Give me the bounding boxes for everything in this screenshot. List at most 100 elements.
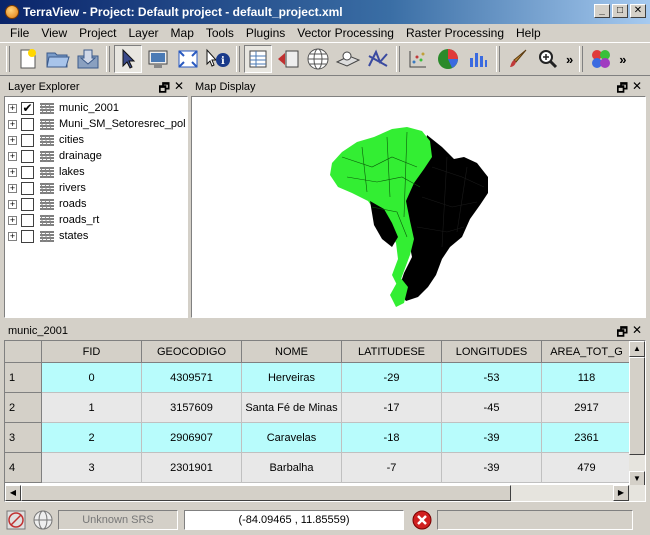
pointer-tool-button[interactable] — [114, 45, 142, 73]
horizontal-scroll-thumb[interactable] — [21, 485, 511, 501]
scroll-right-button[interactable]: ▶ — [613, 485, 629, 501]
row-header[interactable]: 2 — [5, 393, 42, 423]
stop-button[interactable] — [410, 508, 434, 532]
point-layer-button[interactable] — [334, 45, 362, 73]
table-cell[interactable]: -39 — [442, 453, 542, 483]
layer-item[interactable]: + rivers — [8, 180, 86, 196]
layer-item[interactable]: + lakes — [8, 164, 85, 180]
menu-help[interactable]: Help — [510, 26, 547, 40]
table-cell[interactable]: 2906907 — [142, 423, 242, 453]
column-header-area-tot-g[interactable]: AREA_TOT_G — [542, 341, 632, 363]
corner-header[interactable] — [5, 341, 42, 363]
expand-toggle[interactable]: + — [8, 199, 17, 209]
table-cell[interactable]: 1 — [42, 393, 142, 423]
column-header-longitudes[interactable]: LONGITUDES — [442, 341, 542, 363]
table-cell[interactable]: -18 — [342, 423, 442, 453]
column-header-fid[interactable]: FID — [42, 341, 142, 363]
zoom-extent-button[interactable] — [174, 45, 202, 73]
row-header[interactable]: 1 — [5, 363, 42, 393]
column-header-geocodigo[interactable]: GEOCODIGO — [142, 341, 242, 363]
zoom-in-button[interactable] — [534, 45, 562, 73]
expand-toggle[interactable]: + — [8, 215, 17, 225]
table-cell[interactable]: -45 — [442, 393, 542, 423]
save-project-button[interactable] — [74, 45, 102, 73]
toolbar-overflow-button[interactable]: » — [566, 52, 573, 67]
map-canvas[interactable] — [191, 96, 646, 318]
expand-toggle[interactable]: + — [8, 151, 17, 161]
layer-item[interactable]: + Muni_SM_Setoresrec_pol — [8, 116, 186, 132]
toolbar-grip-5[interactable] — [496, 46, 500, 72]
new-project-button[interactable] — [14, 45, 42, 73]
expand-toggle[interactable]: + — [8, 135, 17, 145]
layer-checkbox[interactable] — [21, 197, 34, 211]
menu-project[interactable]: Project — [73, 26, 122, 40]
table-cell[interactable]: 4309571 — [142, 363, 242, 393]
expand-toggle[interactable]: + — [8, 119, 17, 129]
remove-layer-button[interactable] — [274, 45, 302, 73]
menu-tools[interactable]: Tools — [200, 26, 240, 40]
table-cell[interactable]: 0 — [42, 363, 142, 393]
table-cell[interactable]: 2301901 — [142, 453, 242, 483]
table-cell[interactable]: -17 — [342, 393, 442, 423]
horizontal-scrollbar[interactable]: ◀ ▶ — [5, 485, 645, 501]
menu-file[interactable]: File — [4, 26, 35, 40]
layer-checkbox[interactable] — [21, 133, 34, 147]
vertical-scroll-thumb[interactable] — [629, 357, 645, 455]
layer-item[interactable]: + ✔ munic_2001 — [8, 100, 119, 116]
scroll-up-button[interactable]: ▲ — [629, 341, 645, 357]
pie-chart-button[interactable] — [434, 45, 462, 73]
table-cell[interactable]: 3 — [42, 453, 142, 483]
expand-toggle[interactable]: + — [8, 167, 17, 177]
table-cell[interactable]: -39 — [442, 423, 542, 453]
row-header[interactable]: 3 — [5, 423, 42, 453]
row-header[interactable]: 4 — [5, 453, 42, 483]
layer-checkbox[interactable] — [21, 229, 34, 243]
layer-item[interactable]: + roads_rt — [8, 212, 99, 228]
menu-raster-processing[interactable]: Raster Processing — [400, 26, 510, 40]
table-row[interactable]: 2 1 3157609 Santa Fé de Minas -17 -45 29… — [5, 393, 632, 423]
horizontal-scroll-track[interactable] — [511, 485, 613, 501]
scroll-left-button[interactable]: ◀ — [5, 485, 21, 501]
layer-checkbox[interactable] — [21, 117, 34, 131]
vector-graph-button[interactable] — [364, 45, 392, 73]
close-button[interactable]: ✕ — [630, 4, 646, 18]
srs-globe-button[interactable] — [31, 508, 55, 532]
column-header-nome[interactable]: NOME — [242, 341, 342, 363]
layer-item[interactable]: + roads — [8, 196, 87, 212]
menu-vector-processing[interactable]: Vector Processing — [291, 26, 400, 40]
layer-checkbox[interactable] — [21, 213, 34, 227]
table-cell[interactable]: Santa Fé de Minas — [242, 393, 342, 423]
brush-button[interactable] — [504, 45, 532, 73]
menu-view[interactable]: View — [35, 26, 73, 40]
table-cell[interactable]: 3157609 — [142, 393, 242, 423]
table-cell[interactable]: 479 — [542, 453, 632, 483]
srs-field[interactable]: Unknown SRS — [58, 509, 178, 530]
expand-toggle[interactable]: + — [8, 103, 17, 113]
info-tool-button[interactable]: i — [204, 45, 232, 73]
color-style-button[interactable] — [587, 45, 615, 73]
table-row[interactable]: 3 2 2906907 Caravelas -18 -39 2361 — [5, 423, 632, 453]
layer-checkbox[interactable] — [21, 165, 34, 179]
column-header-latitudese[interactable]: LATITUDESE — [342, 341, 442, 363]
layer-checkbox[interactable]: ✔ — [21, 101, 34, 115]
layer-item[interactable]: + drainage — [8, 148, 102, 164]
toolbar-grip-2[interactable] — [106, 46, 110, 72]
pan-tool-button[interactable] — [144, 45, 172, 73]
layer-table-button[interactable] — [244, 45, 272, 73]
table-row[interactable]: 1 0 4309571 Herveiras -29 -53 118 — [5, 363, 632, 393]
toolbar-grip-6[interactable] — [579, 46, 584, 72]
table-cell[interactable]: Caravelas — [242, 423, 342, 453]
menu-map[interactable]: Map — [165, 26, 200, 40]
expand-toggle[interactable]: + — [8, 231, 17, 241]
globe-button[interactable] — [304, 45, 332, 73]
toolbar-overflow-button-2[interactable]: » — [619, 52, 626, 67]
table-row[interactable]: 4 3 2301901 Barbalha -7 -39 479 — [5, 453, 632, 483]
table-cell[interactable]: -7 — [342, 453, 442, 483]
expand-toggle[interactable]: + — [8, 183, 17, 193]
table-cell[interactable]: -29 — [342, 363, 442, 393]
open-project-button[interactable] — [44, 45, 72, 73]
table-cell[interactable]: 118 — [542, 363, 632, 393]
minimize-button[interactable]: _ — [594, 4, 610, 18]
table-cell[interactable]: 2 — [42, 423, 142, 453]
table-cell[interactable]: Herveiras — [242, 363, 342, 393]
